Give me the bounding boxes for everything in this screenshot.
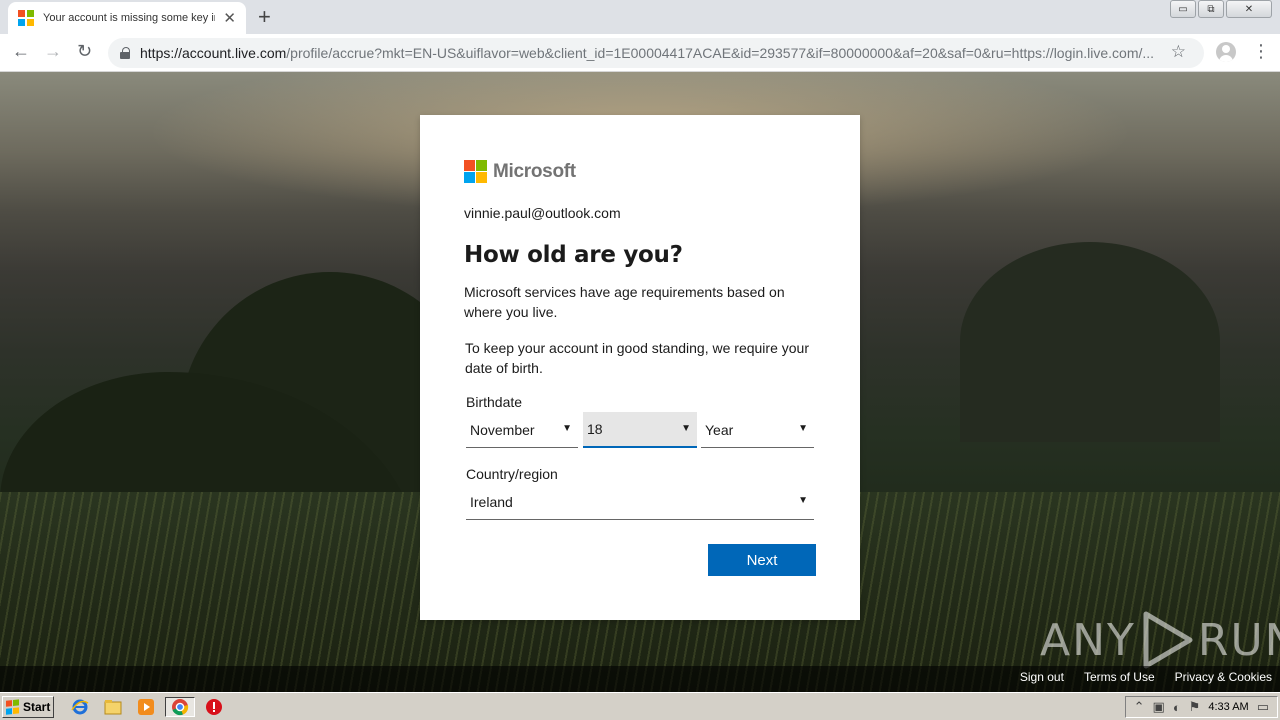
profile-avatar-icon[interactable] (1216, 42, 1236, 62)
window-controls: ▭ ⧉ ✕ (1168, 0, 1272, 18)
footer-links: Sign out Terms of Use Privacy & Cookies (1020, 670, 1272, 684)
birth-year-select[interactable]: Year ▼ (701, 412, 814, 448)
start-label: Start (23, 700, 51, 714)
file-explorer-icon[interactable] (102, 697, 124, 717)
play-icon (1143, 611, 1193, 669)
birth-year-value: Year (705, 421, 734, 438)
browser-tab-strip: Your account is missing some key inf ✕ +… (0, 0, 1280, 34)
browser-menu-icon[interactable]: ⋮ (1252, 42, 1270, 60)
system-tray: ⌃ ▣ ◐ ⚑ 4:33 AM ▭ (1124, 696, 1278, 718)
url-path: /profile/accrue?mkt=EN-US&uiflavor=web&c… (286, 45, 1155, 61)
account-identity: vinnie.paul@outlook.com (464, 205, 621, 221)
stop-sign-icon[interactable] (203, 697, 225, 717)
dropdown-arrow-icon: ▼ (681, 423, 691, 434)
back-icon[interactable]: ← (12, 41, 30, 62)
chrome-icon[interactable] (165, 697, 195, 717)
birth-month-select[interactable]: November ▼ (466, 412, 578, 448)
tab-title: Your account is missing some key inf (43, 12, 216, 24)
birth-day-value: 18 (587, 421, 603, 437)
start-button[interactable]: Start (2, 696, 54, 718)
age-gate-card: Microsoft vinnie.paul@outlook.com How ol… (420, 115, 860, 620)
dropdown-arrow-icon: ▼ (562, 423, 572, 434)
birth-month-value: November (470, 421, 535, 438)
close-window-button[interactable]: ✕ (1226, 0, 1272, 18)
url-host: https://account.live.com (140, 45, 287, 61)
privacy-cookies-link[interactable]: Privacy & Cookies (1175, 670, 1272, 684)
new-tab-button[interactable]: + (258, 4, 271, 30)
bookmark-star-icon[interactable]: ☆ (1171, 42, 1186, 62)
next-button[interactable]: Next (708, 544, 816, 576)
microsoft-logo: Microsoft (464, 160, 576, 183)
birthdate-label: Birthdate (466, 394, 523, 410)
background-hill (960, 242, 1220, 442)
microsoft-logo-icon (464, 160, 487, 183)
internet-explorer-icon[interactable] (69, 697, 91, 717)
address-bar[interactable]: https://account.live.com/profile/accrue?… (108, 38, 1204, 68)
clock[interactable]: 4:33 AM (1208, 701, 1248, 713)
tray-expand-icon[interactable]: ⌃ (1134, 699, 1145, 715)
browser-toolbar: ← → ↻ https://account.live.com/profile/a… (0, 34, 1280, 72)
reload-icon[interactable]: ↻ (77, 41, 92, 62)
minimize-button[interactable]: ▭ (1170, 0, 1196, 18)
restore-button[interactable]: ⧉ (1198, 0, 1224, 18)
country-select[interactable]: Ireland ▼ (466, 484, 814, 520)
sign-out-link[interactable]: Sign out (1020, 670, 1064, 684)
terms-of-use-link[interactable]: Terms of Use (1084, 670, 1155, 684)
microsoft-wordmark: Microsoft (493, 160, 576, 182)
media-player-icon[interactable] (135, 697, 157, 717)
browser-tab[interactable]: Your account is missing some key inf ✕ (8, 2, 246, 34)
watermark-right-text: RUN (1197, 614, 1280, 666)
volume-icon[interactable]: ◐ (1173, 700, 1181, 715)
forward-icon[interactable]: → (44, 41, 62, 62)
country-label: Country/region (466, 466, 558, 482)
network-icon[interactable]: ▣ (1153, 699, 1165, 715)
anyrun-watermark: ANY RUN (1040, 610, 1280, 670)
page-title: How old are you? (464, 242, 683, 268)
windows-taskbar: Start ⌃ ▣ ◐ ⚑ 4:33 AM ▭ (0, 692, 1280, 720)
dropdown-arrow-icon: ▼ (798, 495, 808, 506)
watermark-left-text: ANY (1040, 614, 1136, 666)
url-text[interactable]: https://account.live.com/profile/accrue?… (140, 45, 1170, 61)
date-of-birth-text: To keep your account in good standing, w… (465, 340, 809, 376)
microsoft-favicon-icon (18, 10, 34, 26)
dropdown-arrow-icon: ▼ (798, 423, 808, 434)
show-desktop-icon[interactable]: ▭ (1257, 699, 1269, 715)
age-requirements-text: Microsoft services have age requirements… (464, 284, 785, 320)
close-tab-icon[interactable]: ✕ (223, 9, 236, 27)
windows-flag-icon (6, 699, 20, 715)
action-center-flag-icon[interactable]: ⚑ (1189, 699, 1201, 715)
country-value: Ireland (470, 493, 513, 510)
lock-icon[interactable] (120, 47, 130, 59)
birth-day-select[interactable]: 18 ▼ (583, 412, 697, 448)
